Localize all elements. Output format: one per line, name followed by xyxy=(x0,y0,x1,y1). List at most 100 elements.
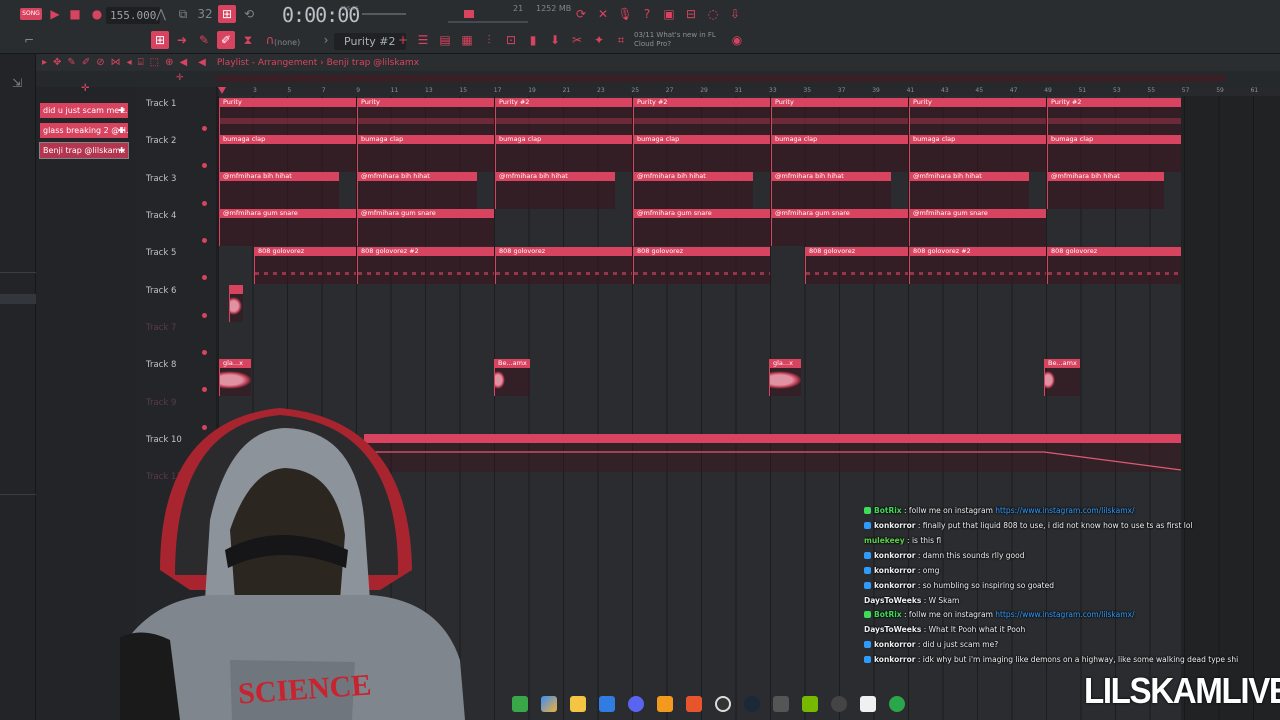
pattern-clip[interactable]: 808 golovorez #2 xyxy=(357,247,494,284)
news-panel[interactable]: 03/11 What's new in FL Cloud Pro? xyxy=(634,31,716,49)
playlist-options-icon[interactable]: ✥ xyxy=(53,57,61,68)
browser-arrow-icon[interactable]: ⇲ xyxy=(8,74,26,92)
audio-clip[interactable] xyxy=(229,285,243,322)
pattern-clip[interactable]: Purity xyxy=(357,98,494,135)
pattern-clip[interactable]: @mfmihara gum snare xyxy=(357,209,494,246)
undo-icon[interactable]: ⟳ xyxy=(572,5,590,23)
arrow-right-icon[interactable]: ➜ xyxy=(173,31,191,49)
pattern-clip[interactable]: Purity #2 xyxy=(633,98,770,135)
pattern-clip[interactable]: @mfmihara bih hihat xyxy=(495,172,615,209)
pattern-clip[interactable]: @mfmihara bih hihat xyxy=(219,172,339,209)
file-explorer-icon[interactable] xyxy=(569,696,586,712)
playlist-window-icon[interactable]: ☰ xyxy=(414,31,432,49)
track-mute-dot-1[interactable] xyxy=(202,126,207,131)
audio-clip[interactable]: gla...x xyxy=(769,359,801,396)
horizontal-scrollbar[interactable] xyxy=(216,75,1226,82)
countdown-icon[interactable]: 32 xyxy=(196,5,214,23)
play-button[interactable]: ▶ xyxy=(46,5,64,23)
store-icon[interactable] xyxy=(598,696,615,712)
sparkle-icon[interactable]: ✦ xyxy=(590,31,608,49)
pattern-clip[interactable]: @mfmihara gum snare xyxy=(771,209,908,246)
slice-icon[interactable]: ⌸ xyxy=(138,57,144,68)
arrangement-arrow-icon[interactable]: ◀ xyxy=(198,57,206,68)
track-name-8[interactable]: Track 8 xyxy=(146,360,176,370)
draw-tool-icon[interactable]: ✎ xyxy=(195,31,213,49)
xbox-icon[interactable] xyxy=(888,696,905,712)
clip-source-0[interactable]: did u just scam me t... ✚ xyxy=(40,103,128,118)
pattern-clip[interactable]: bumaga clap xyxy=(495,135,632,172)
paint-tool-icon[interactable]: ✐ xyxy=(217,31,235,49)
pat-song-toggle[interactable]: SONG xyxy=(20,8,42,20)
help-icon[interactable]: ? xyxy=(638,5,656,23)
delete-icon[interactable]: ⊘ xyxy=(96,57,104,68)
capcut-icon[interactable] xyxy=(859,696,876,712)
select-icon[interactable]: ⬚ xyxy=(150,57,159,68)
browser-icon[interactable]: ⊡ xyxy=(502,31,520,49)
channel-rack-icon[interactable]: ▦ xyxy=(458,31,476,49)
loop-record-icon[interactable]: ⟲ xyxy=(240,5,258,23)
track-mute-dot-3[interactable] xyxy=(202,201,207,206)
chat-icon[interactable]: ◌ xyxy=(704,5,722,23)
playlist-tools-icon[interactable]: ⊞ xyxy=(151,31,169,49)
pattern-clip[interactable]: 808 golovorez xyxy=(1047,247,1181,284)
plus-icon[interactable]: ✚ xyxy=(118,123,125,138)
mixer-icon[interactable]: ⊟ xyxy=(682,5,700,23)
track-mute-dot-8[interactable] xyxy=(202,387,207,392)
playback-icon[interactable]: ◀ xyxy=(179,57,187,68)
mixer-window-icon[interactable]: ⫶ xyxy=(480,31,498,49)
copilot-icon[interactable] xyxy=(540,696,557,712)
pattern-clip[interactable]: bumaga clap xyxy=(633,135,770,172)
track-name-7[interactable]: Track 7 xyxy=(146,323,176,333)
add-pattern-icon[interactable]: + xyxy=(394,31,412,49)
pattern-clip[interactable]: Purity xyxy=(219,98,356,135)
audio-clip[interactable]: Be...amx xyxy=(494,359,530,396)
snap-selector[interactable]: (none) xyxy=(274,38,300,47)
pattern-clip[interactable]: Purity xyxy=(909,98,1046,135)
track-mute-dot-4[interactable] xyxy=(202,238,207,243)
chevron-right-icon[interactable]: › xyxy=(317,31,335,49)
automation-clip[interactable] xyxy=(364,434,1181,472)
chat-link[interactable]: https://www.instagram.com/lilskamx/ xyxy=(995,610,1134,619)
track-name-4[interactable]: Track 4 xyxy=(146,211,176,221)
pattern-clip[interactable]: bumaga clap xyxy=(219,135,356,172)
close-icon[interactable]: ✕ xyxy=(594,5,612,23)
pattern-clip[interactable]: @mfmihara gum snare xyxy=(219,209,356,246)
fl-studio-icon[interactable] xyxy=(656,696,673,712)
pattern-clip[interactable]: @mfmihara bih hihat xyxy=(357,172,477,209)
track-mute-dot-2[interactable] xyxy=(202,163,207,168)
track-name-1[interactable]: Track 1 xyxy=(146,99,176,109)
playlist-titlebar[interactable]: ▸ ✥ ✎ ✐ ⊘ ⋈ ◂ ⌸ ⬚ ⊕ ◀ ◀ Playlist - Arran… xyxy=(36,54,1280,71)
track-name-3[interactable]: Track 3 xyxy=(146,174,176,184)
pattern-clip[interactable]: 808 golovorez xyxy=(495,247,632,284)
slip-icon[interactable]: ◂ xyxy=(127,57,132,68)
chat-link[interactable]: https://www.instagram.com/lilskamx/ xyxy=(995,506,1134,515)
plus-icon[interactable]: ✚ xyxy=(118,103,125,118)
pattern-clip[interactable]: @mfmihara bih hihat xyxy=(633,172,753,209)
microphone-icon[interactable]: 🎙 xyxy=(616,5,634,23)
discord-icon[interactable] xyxy=(627,696,644,712)
stamp-icon[interactable]: ⧗ xyxy=(239,31,257,49)
track-name-5[interactable]: Track 5 xyxy=(146,248,176,258)
pattern-clip[interactable]: 808 golovorez xyxy=(805,247,908,284)
menu-icon[interactable]: ⌐ xyxy=(20,31,38,49)
pattern-clip[interactable]: @mfmihara bih hihat xyxy=(909,172,1029,209)
timeline-ruler[interactable]: 3 5 7 9 11 13 15 17 19 21 23 25 27 29 31 33 35 37 39 41 43 45… xyxy=(218,87,1280,96)
cloud-icon[interactable]: ◉ xyxy=(728,31,746,49)
mute-icon[interactable]: ⋈ xyxy=(111,57,121,68)
grid-icon[interactable]: ⌗ xyxy=(612,31,630,49)
snap-arrow-icon[interactable]: ✛ xyxy=(176,73,184,83)
draw-icon[interactable]: ✎ xyxy=(67,57,75,68)
pattern-clip[interactable]: Purity xyxy=(771,98,908,135)
pattern-clip[interactable]: 808 golovorez xyxy=(254,247,356,284)
pattern-clip[interactable]: @mfmihara bih hihat xyxy=(1047,172,1164,209)
metronome-icon[interactable]: ⋀ xyxy=(152,5,170,23)
pattern-clip[interactable]: Purity #2 xyxy=(495,98,632,135)
track-mute-dot-5[interactable] xyxy=(202,275,207,280)
plus-icon[interactable]: ✚ xyxy=(118,143,125,158)
playhead-marker[interactable] xyxy=(218,87,226,94)
browser-scrollbar[interactable] xyxy=(0,294,36,304)
paint-icon[interactable]: ✐ xyxy=(82,57,90,68)
track-name-2[interactable]: Track 2 xyxy=(146,136,176,146)
export-icon[interactable]: ⇩ xyxy=(726,5,744,23)
zoom-icon[interactable]: ⊕ xyxy=(165,57,173,68)
